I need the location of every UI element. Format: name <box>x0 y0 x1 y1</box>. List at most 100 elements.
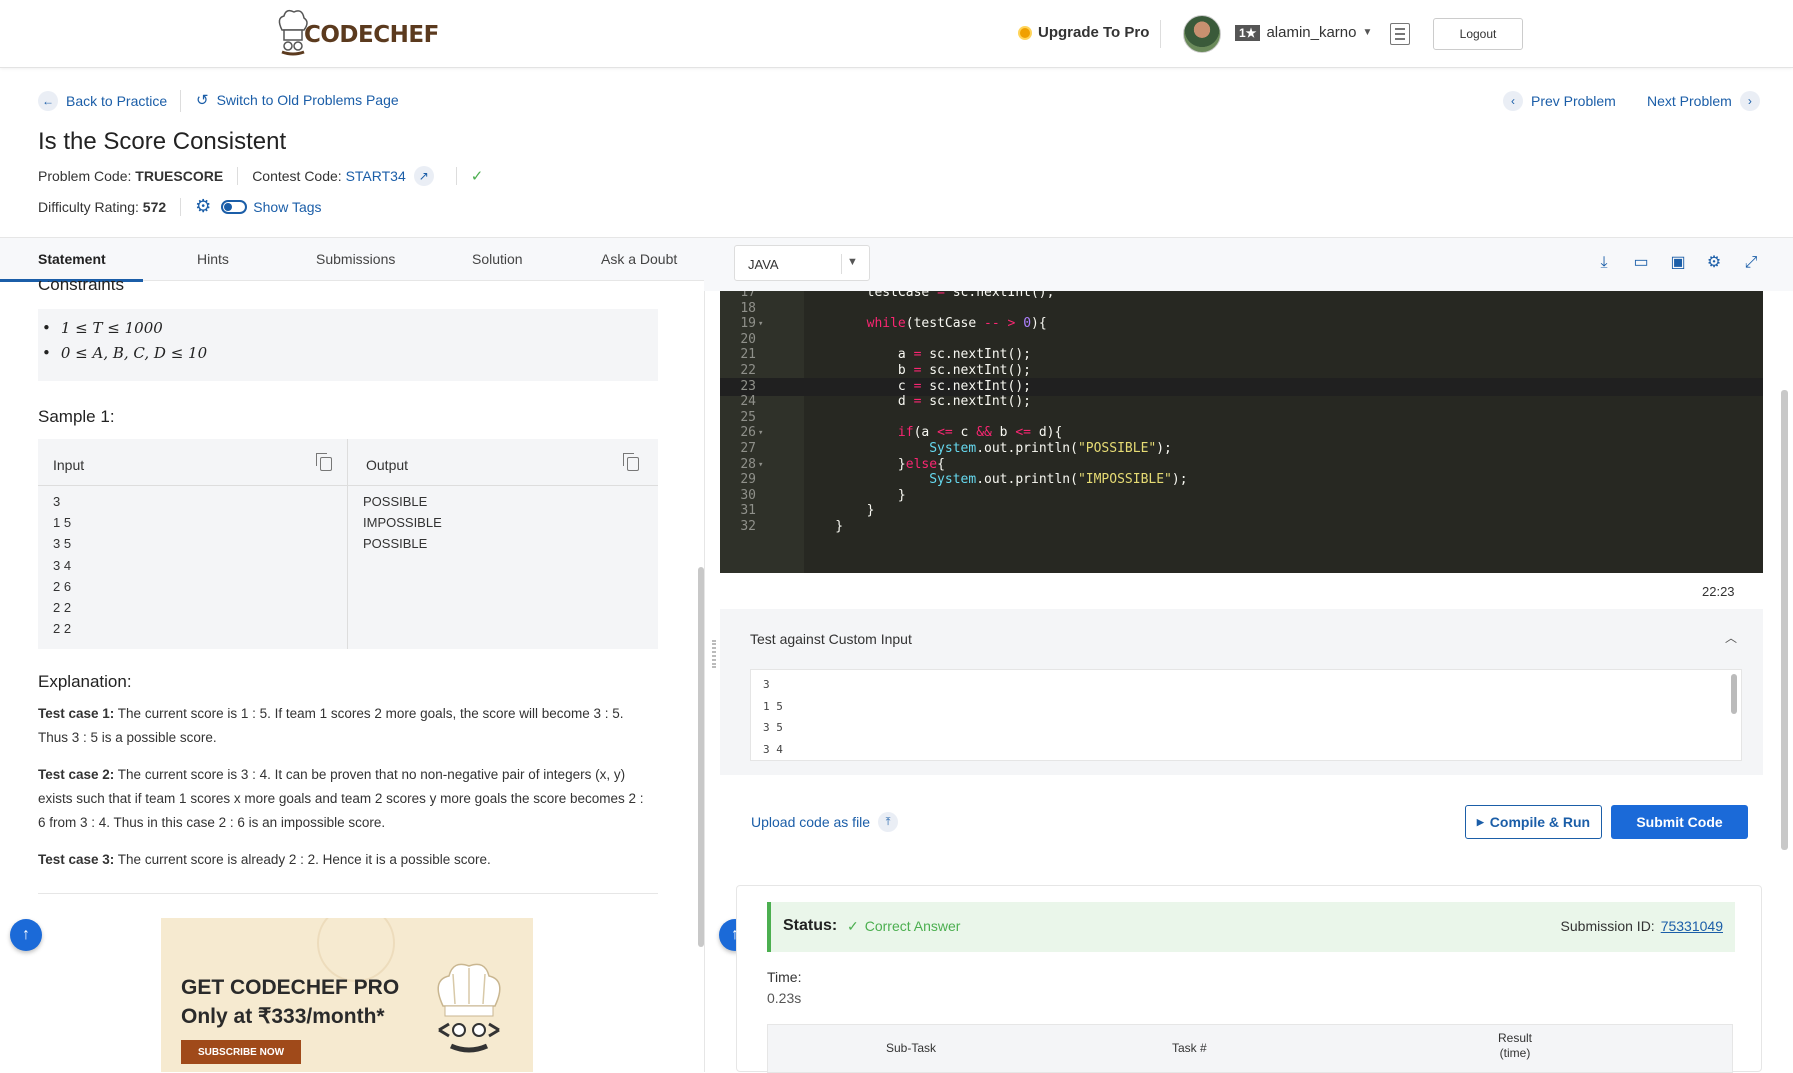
case-label: Test case 2: <box>38 767 115 782</box>
caret-down-icon: ▼ <box>847 256 858 268</box>
case-label: Test case 1: <box>38 706 115 721</box>
contest-code-link[interactable]: START34 <box>346 168 406 184</box>
comment-icon[interactable]: ▭ <box>1632 254 1650 272</box>
show-tags-toggle[interactable] <box>221 199 248 214</box>
custom-input-line: 3 4 <box>763 743 783 756</box>
rating-badge: 1★ <box>1235 24 1261 41</box>
chevron-up-icon[interactable]: ︿ <box>1725 629 1737 646</box>
constraints-heading: Constraints <box>38 281 124 294</box>
subscribe-now-button[interactable]: SUBSCRIBE NOW <box>181 1040 301 1064</box>
tab-hints[interactable]: Hints <box>197 251 229 267</box>
difficulty-value: 572 <box>142 198 167 215</box>
fullscreen-icon[interactable]: ⤢ <box>1742 254 1760 272</box>
input-line: 3 4 <box>53 557 72 573</box>
textarea-scrollbar[interactable] <box>1731 674 1737 714</box>
download-icon[interactable]: ⤓ <box>1595 254 1613 272</box>
coin-icon <box>1018 25 1032 40</box>
upgrade-to-pro-link[interactable]: Upgrade To Pro <box>1018 24 1149 41</box>
logout-button[interactable]: Logout <box>1433 18 1523 50</box>
back-label: Back to Practice <box>66 93 168 109</box>
explanation-case-1: Test case 1: The current score is 1 : 5.… <box>38 702 648 750</box>
chef-mascot-icon <box>437 963 501 1053</box>
codechef-logo[interactable]: CODECHEF <box>272 8 439 58</box>
check-icon: ✓ <box>847 918 859 934</box>
right-scrollbar[interactable] <box>1781 390 1788 850</box>
case-text: The current score is 3 : 4. It can be pr… <box>38 767 644 830</box>
user-menu[interactable]: 1★ alamin_karno ▼ <box>1235 24 1372 41</box>
submission-label: Submission ID: <box>1560 918 1655 934</box>
result-time-header: Result (time) <box>1498 1031 1533 1060</box>
copy-output-icon[interactable] <box>623 453 639 471</box>
case-text: The current score is already 2 : 2. Henc… <box>114 852 491 867</box>
play-icon: ▶ <box>1476 816 1484 827</box>
problem-code-label: Problem Code: <box>38 168 132 184</box>
output-line: POSSIBLE <box>363 536 428 552</box>
explanation-case-3: Test case 3: The current score is alread… <box>38 848 648 872</box>
scroll-top-button-left[interactable]: ↑ <box>10 919 42 951</box>
code-editor[interactable]: 17 testCase = sc.nextInt(); 18 19 ▾ while(t… <box>720 291 1763 573</box>
upgrade-label: Upgrade To Pro <box>1038 24 1150 41</box>
back-to-practice-link[interactable]: ← Back to Practice <box>38 91 167 111</box>
sample-heading: Sample 1: <box>38 407 115 426</box>
input-line: 3 <box>53 494 61 509</box>
switch-old-page-link[interactable]: ↺ Switch to Old Problems Page <box>196 91 399 109</box>
tab-solution[interactable]: Solution <box>472 251 523 267</box>
divider <box>347 439 348 649</box>
tab-statement[interactable]: Statement <box>38 251 106 267</box>
copy-input-icon[interactable] <box>316 453 332 471</box>
problem-code: TRUESCORE <box>135 168 224 184</box>
show-tags-label[interactable]: Show Tags <box>253 199 321 215</box>
save-icon[interactable]: ▣ <box>1669 254 1687 272</box>
input-line: 1 5 <box>53 515 72 531</box>
time-value: 0.23s <box>767 990 802 1006</box>
compile-run-button[interactable]: ▶ Compile & Run <box>1465 805 1602 839</box>
output-header: Output <box>366 457 409 473</box>
time-label: Time: <box>767 969 802 985</box>
arrow-left-icon: ← <box>38 91 58 111</box>
prev-label: Prev Problem <box>1531 93 1616 109</box>
input-line: 3 5 <box>53 536 72 552</box>
prev-problem-link[interactable]: ‹ Prev Problem <box>1503 91 1616 111</box>
problem-title: Is the Score Consistent <box>38 128 287 155</box>
next-problem-link[interactable]: Next Problem › <box>1647 91 1760 111</box>
task-number-header: Task # <box>1172 1041 1207 1055</box>
panel-divider[interactable] <box>704 281 705 1072</box>
explanation-heading: Explanation: <box>38 672 132 691</box>
custom-input-heading[interactable]: Test against Custom Input <box>750 631 912 647</box>
submit-code-button[interactable]: Submit Code <box>1611 805 1748 839</box>
status-value: ✓ Correct Answer <box>847 918 966 935</box>
problem-meta: Problem Code: TRUESCORE Contest Code: ST… <box>38 166 483 186</box>
tab-submissions[interactable]: Submissions <box>316 251 395 267</box>
cursor-position: 22:23 <box>1702 584 1735 599</box>
avatar[interactable] <box>1183 15 1221 53</box>
tab-ask-doubt[interactable]: Ask a Doubt <box>601 251 677 267</box>
drag-handle-icon[interactable] <box>712 640 716 668</box>
chevron-right-icon: › <box>1739 91 1760 111</box>
promo-title: GET CODECHEF PRO <box>181 976 400 999</box>
submission-id-link[interactable]: 75331049 <box>1661 918 1723 934</box>
status-label: Status: <box>783 917 838 934</box>
divider <box>180 90 181 112</box>
pro-promo-banner[interactable]: GET CODECHEF PRO Only at ₹333/month* SUB… <box>161 918 533 1072</box>
output-line: POSSIBLE <box>363 494 428 509</box>
gear-icon[interactable]: ⚙ <box>195 196 211 217</box>
notes-icon[interactable] <box>1390 23 1410 45</box>
external-link-icon[interactable]: ↗ <box>413 166 434 186</box>
explanation-case-2: Test case 2: The current score is 3 : 4.… <box>38 763 648 835</box>
upload-code-link[interactable]: Upload code as file ⤒ <box>751 812 899 832</box>
difficulty-row: Difficulty Rating: 572 ⚙ Show Tags <box>38 196 322 217</box>
case-label: Test case 3: <box>38 852 115 867</box>
language-select[interactable]: JAVA ▼ <box>734 245 870 281</box>
code-text: } <box>804 519 844 534</box>
input-header: Input <box>53 457 85 473</box>
divider <box>38 485 658 486</box>
input-line: 2 2 <box>53 621 72 637</box>
chevron-left-icon: ‹ <box>1503 91 1523 111</box>
code-line: 32 } <box>720 518 1763 536</box>
divider <box>38 893 658 894</box>
custom-input-textarea[interactable]: 3 1 5 3 5 3 4 <box>750 669 1742 761</box>
gear-icon[interactable]: ⚙ <box>1705 254 1723 272</box>
compile-label: Compile & Run <box>1489 814 1591 830</box>
upload-icon: ⤒ <box>878 812 899 832</box>
contest-code-label: Contest Code: <box>252 168 342 184</box>
